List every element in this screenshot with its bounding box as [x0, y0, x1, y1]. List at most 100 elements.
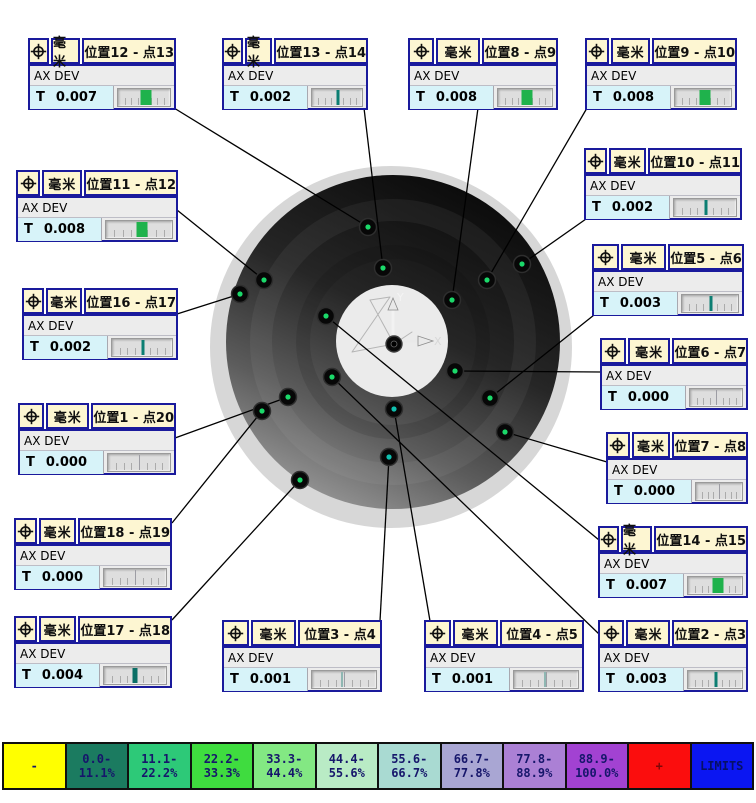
leader-line [172, 480, 300, 620]
callout-title: 位置12 - 点13 [82, 38, 176, 64]
legend-line1: LIMITS [700, 759, 743, 773]
axis-dev-label: AX DEV [224, 66, 366, 86]
tolerance-value-cell: T0.008 [587, 86, 671, 109]
deviation-bar [103, 568, 167, 587]
measurement-callout[interactable]: 毫米 位置16 - 点17 AX DEV T0.002 [22, 288, 178, 360]
measured-point [479, 272, 496, 289]
unit-label: 毫米 [251, 620, 296, 646]
true-position-icon [22, 288, 44, 314]
y-axis-label: Y [396, 291, 404, 304]
measurement-callout[interactable]: 毫米 位置9 - 点10 AX DEV T0.008 [585, 38, 737, 110]
deviation-mark [712, 578, 723, 593]
measurement-callout[interactable]: 毫米 位置12 - 点13 AX DEV T0.007 [28, 38, 176, 110]
legend-line1: 33.3- [266, 752, 302, 766]
measured-point [444, 292, 461, 309]
deviation-bar [311, 670, 377, 689]
callout-title: 位置1 - 点20 [91, 403, 176, 429]
deviation-mark [544, 672, 546, 687]
axis-dev-label: AX DEV [602, 366, 746, 386]
unit-label: 毫米 [609, 148, 647, 174]
true-position-icon [18, 403, 44, 429]
measurement-callout[interactable]: 毫米 位置18 - 点19 AX DEV T0.000 [14, 518, 172, 590]
measurement-callout[interactable]: 毫米 位置17 - 点18 AX DEV T0.004 [14, 616, 172, 688]
deviation-bar [107, 453, 171, 472]
t-value: 0.000 [628, 390, 669, 405]
true-position-icon [408, 38, 434, 64]
legend-cell: - [2, 742, 67, 790]
measurement-callout[interactable]: 毫米 位置2 - 点3 AX DEV T0.003 [598, 620, 748, 692]
measurement-callout[interactable]: 毫米 位置3 - 点4 AX DEV T0.001 [222, 620, 382, 692]
t-label: T [432, 672, 441, 687]
axis-dev-label: AX DEV [426, 648, 582, 668]
axis-dev-label: AX DEV [18, 198, 176, 218]
true-position-icon [598, 620, 624, 646]
measured-point [386, 401, 403, 418]
legend-cell: 11.1- 22.2% [127, 742, 192, 790]
callout-title: 位置5 - 点6 [668, 244, 744, 270]
legend-line1: 44.4- [329, 752, 365, 766]
callout-body: AX DEV T0.000 [606, 458, 748, 504]
callout-body: AX DEV T0.003 [592, 270, 744, 316]
measurement-callout[interactable]: 毫米 位置10 - 点11 AX DEV T0.002 [584, 148, 742, 220]
measurement-callout[interactable]: 毫米 位置5 - 点6 AX DEV T0.003 [592, 244, 744, 316]
legend-line1: 88.9- [579, 752, 615, 766]
measurement-callout[interactable]: 毫米 位置8 - 点9 AX DEV T0.008 [408, 38, 558, 110]
measurement-callout[interactable]: 毫米 位置13 - 点14 AX DEV T0.002 [222, 38, 368, 110]
callout-title: 位置13 - 点14 [274, 38, 368, 64]
measurement-callout[interactable]: 毫米 位置1 - 点20 AX DEV T0.000 [18, 403, 176, 475]
deviation-mark [140, 90, 151, 105]
true-position-icon [592, 244, 619, 270]
t-value: 0.003 [626, 672, 667, 687]
t-label: T [608, 390, 617, 405]
measurement-callout[interactable]: 毫米 位置6 - 点7 AX DEV T0.000 [600, 338, 748, 410]
callout-body: AX DEV T0.000 [18, 429, 176, 475]
callout-body: AX DEV T0.007 [598, 552, 748, 598]
unit-label: 毫米 [46, 288, 82, 314]
deviation-bar [681, 294, 739, 313]
deviation-mark [705, 200, 708, 215]
callout-body: AX DEV T0.002 [222, 64, 368, 110]
callout-body: AX DEV T0.008 [585, 64, 737, 110]
legend-line2: 11.1% [79, 766, 115, 780]
true-position-icon [16, 170, 40, 196]
measured-point [254, 403, 271, 420]
true-position-icon [14, 518, 37, 544]
callout-body: AX DEV T 0.000 [600, 364, 748, 410]
legend-line2: 88.9% [516, 766, 552, 780]
tolerance-value-cell: T0.008 [410, 86, 494, 109]
measurement-callout[interactable]: 毫米 位置11 - 点12 AX DEV T0.008 [16, 170, 178, 242]
callout-body: AX DEV T0.007 [28, 64, 176, 110]
callout-header: 毫米 位置9 - 点10 [585, 38, 737, 64]
callout-header: 毫米 位置10 - 点11 [584, 148, 742, 174]
tolerance-value-cell: T0.007 [600, 574, 684, 597]
deviation-bar [311, 88, 363, 107]
t-label: T [416, 90, 425, 105]
measured-point [256, 272, 273, 289]
deviation-bar [687, 576, 743, 595]
measurement-callout[interactable]: 毫米 位置4 - 点5 AX DEV T0.001 [424, 620, 584, 692]
t-value: 0.000 [634, 484, 675, 499]
t-label: T [30, 340, 39, 355]
t-label: T [230, 672, 239, 687]
measurement-callout[interactable]: 毫米 位置7 - 点8 AX DEV T0.000 [606, 432, 748, 504]
tolerance-value-cell: T0.007 [30, 86, 114, 109]
unit-label: 毫米 [39, 616, 77, 642]
callout-title: 位置8 - 点9 [482, 38, 558, 64]
callout-title: 位置9 - 点10 [652, 38, 737, 64]
measured-point [324, 369, 341, 386]
true-position-icon [28, 38, 49, 64]
unit-label: 毫米 [628, 338, 671, 364]
t-value: 0.007 [56, 90, 97, 105]
legend-line2: 77.8% [454, 766, 490, 780]
callout-header: 毫米 位置4 - 点5 [424, 620, 584, 646]
callout-header: 毫米 位置2 - 点3 [598, 620, 748, 646]
measurement-callout[interactable]: 毫米 位置14 - 点15 AX DEV T0.007 [598, 526, 748, 598]
legend-line2: 22.2% [141, 766, 177, 780]
t-value: 0.008 [44, 222, 85, 237]
true-position-icon [600, 338, 626, 364]
unit-label: 毫米 [42, 170, 82, 196]
t-label: T [230, 90, 239, 105]
callout-title: 位置16 - 点17 [84, 288, 178, 314]
axis-dev-label: AX DEV [410, 66, 556, 86]
true-position-icon [222, 38, 243, 64]
